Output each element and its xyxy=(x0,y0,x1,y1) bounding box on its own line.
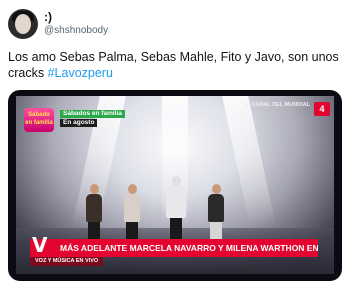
show-logo-badge: Sábado en familia xyxy=(24,108,54,132)
promo-line-2: En agosto xyxy=(60,119,98,127)
channel-tagline: EL CANAL DEL MUNDIAL xyxy=(243,102,310,108)
author-handle[interactable]: @shshnobody xyxy=(44,25,108,37)
sub-ticker: VOZ Y MÚSICA EN VIVO xyxy=(30,257,104,266)
hashtag-link[interactable]: #Lavozperu xyxy=(48,66,113,80)
show-logo-text: Sábado en familia xyxy=(25,112,53,126)
tweet-media-photo[interactable]: Sábado en familia Sábados en familia En … xyxy=(8,90,342,281)
avatar[interactable] xyxy=(8,9,38,39)
channel-logo: 4 xyxy=(314,102,330,116)
avatar-face xyxy=(15,14,31,34)
performer xyxy=(124,184,140,242)
tv-screen: Sábado en familia Sábados en familia En … xyxy=(16,96,334,274)
promo-overlay: Sábados en familia En agosto xyxy=(60,110,125,127)
performer xyxy=(86,184,102,242)
news-ticker: MÁS ADELANTE MARCELA NAVARRO Y MILENA WA… xyxy=(30,239,318,257)
author-display-name[interactable]: :) xyxy=(44,10,52,24)
tweet-text: Los amo Sebas Palma, Sebas Mahle, Fito y… xyxy=(8,49,342,81)
v-logo-icon: V xyxy=(32,233,48,257)
performer-singer xyxy=(166,176,186,240)
promo-line-1: Sábados en familia xyxy=(60,110,125,118)
performer xyxy=(208,184,224,242)
